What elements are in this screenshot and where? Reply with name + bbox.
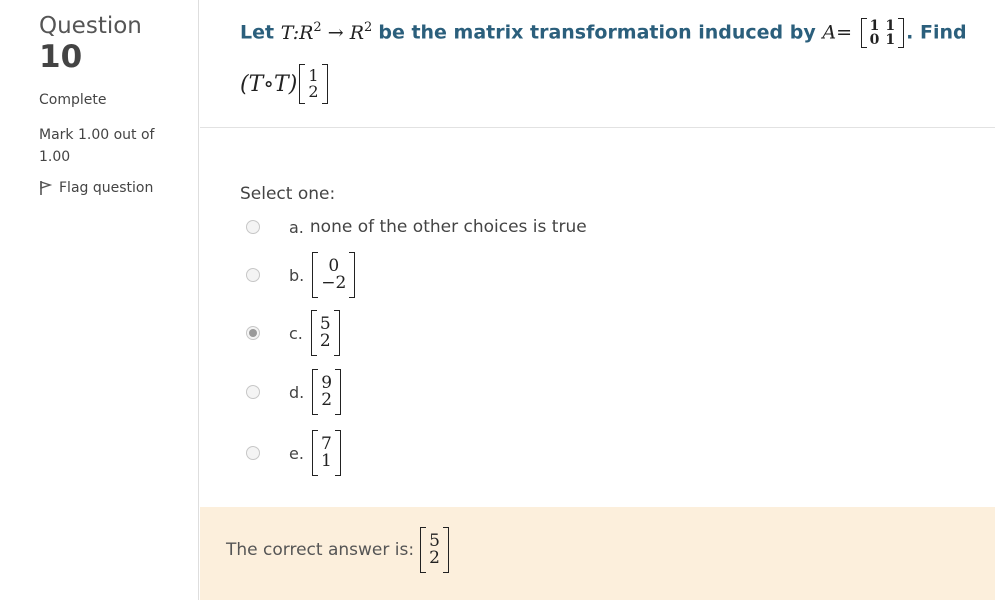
equals-sign: = — [836, 21, 853, 44]
vector-cell: 2 — [321, 390, 333, 410]
mapping-right: R — [349, 21, 365, 44]
matrix-cell: 1 — [869, 18, 880, 34]
radio-option-c[interactable] — [246, 326, 260, 340]
radio-option-e[interactable] — [246, 446, 260, 460]
matrix-name: A — [822, 21, 837, 44]
question-suffix: . Find — [906, 21, 967, 44]
correct-answer: The correct answer is: 5 2 — [226, 527, 451, 573]
vector-cell: 2 — [319, 331, 331, 351]
option-vector: 0 −2 — [312, 252, 356, 298]
option-c[interactable]: c. 5 2 — [246, 310, 342, 356]
power-left: 2 — [313, 19, 322, 35]
input-vector: 1 2 — [299, 64, 328, 104]
question-text: Let T:R2 → R2 be the matrix transformati… — [240, 18, 967, 48]
option-text: none of the other choices is true — [309, 217, 587, 237]
composition-expression: (T∘T) 1 2 — [240, 64, 330, 104]
option-letter: e. — [289, 443, 304, 463]
option-letter: b. — [289, 265, 305, 285]
option-letter: c. — [289, 323, 303, 343]
vector-cell: 2 — [308, 82, 319, 101]
flag-question-link[interactable]: Flag question — [39, 180, 198, 196]
vector-cell: 2 — [429, 548, 440, 568]
radio-option-a[interactable] — [246, 220, 260, 234]
arrow-symbol: → — [327, 21, 344, 44]
option-e[interactable]: e. 7 1 — [246, 430, 343, 476]
option-vector: 7 1 — [311, 430, 341, 476]
radio-option-b[interactable] — [246, 268, 260, 282]
option-d[interactable]: d. 9 2 — [246, 369, 343, 415]
matrix-cell: 1 — [885, 18, 896, 34]
question-label: Question — [39, 13, 142, 39]
flag-question-label: Flag question — [59, 180, 154, 196]
option-letter: a. — [289, 217, 304, 237]
composition-text: (T∘T) — [240, 71, 298, 97]
power-right: 2 — [364, 19, 373, 35]
question-prefix: Let — [240, 21, 275, 44]
vector-cell: 1 — [320, 451, 332, 471]
vector-cell: −2 — [321, 273, 347, 293]
mapping-expression: T:R2 → R2 — [280, 19, 379, 44]
option-a[interactable]: a. none of the other choices is true — [246, 212, 587, 242]
mapping-left: T:R — [280, 21, 314, 44]
option-letter: d. — [289, 382, 305, 402]
option-vector: 5 2 — [310, 310, 340, 356]
question-middle: be the matrix transformation induced by — [378, 21, 816, 44]
matrix-cell: 1 — [885, 32, 896, 48]
flag-icon — [39, 180, 53, 196]
option-b[interactable]: b. 0 −2 — [246, 252, 357, 298]
correct-answer-vector: 5 2 — [420, 527, 449, 573]
radio-option-d[interactable] — [246, 385, 260, 399]
question-number: 10 — [39, 39, 83, 75]
select-prompt: Select one: — [240, 184, 336, 204]
correct-answer-label: The correct answer is: — [226, 540, 415, 560]
matrix-cell: 0 — [869, 32, 880, 48]
option-vector: 9 2 — [312, 369, 342, 415]
question-text-area: Let T:R2 → R2 be the matrix transformati… — [200, 0, 995, 128]
matrix-A: 1 0 1 1 — [860, 18, 905, 48]
question-mark: Mark 1.00 out of 1.00 — [39, 127, 155, 165]
question-info-panel: Question 10 Complete Mark 1.00 out of 1.… — [0, 0, 199, 600]
question-state: Complete — [39, 92, 107, 108]
feedback-panel: The correct answer is: 5 2 — [200, 507, 995, 600]
